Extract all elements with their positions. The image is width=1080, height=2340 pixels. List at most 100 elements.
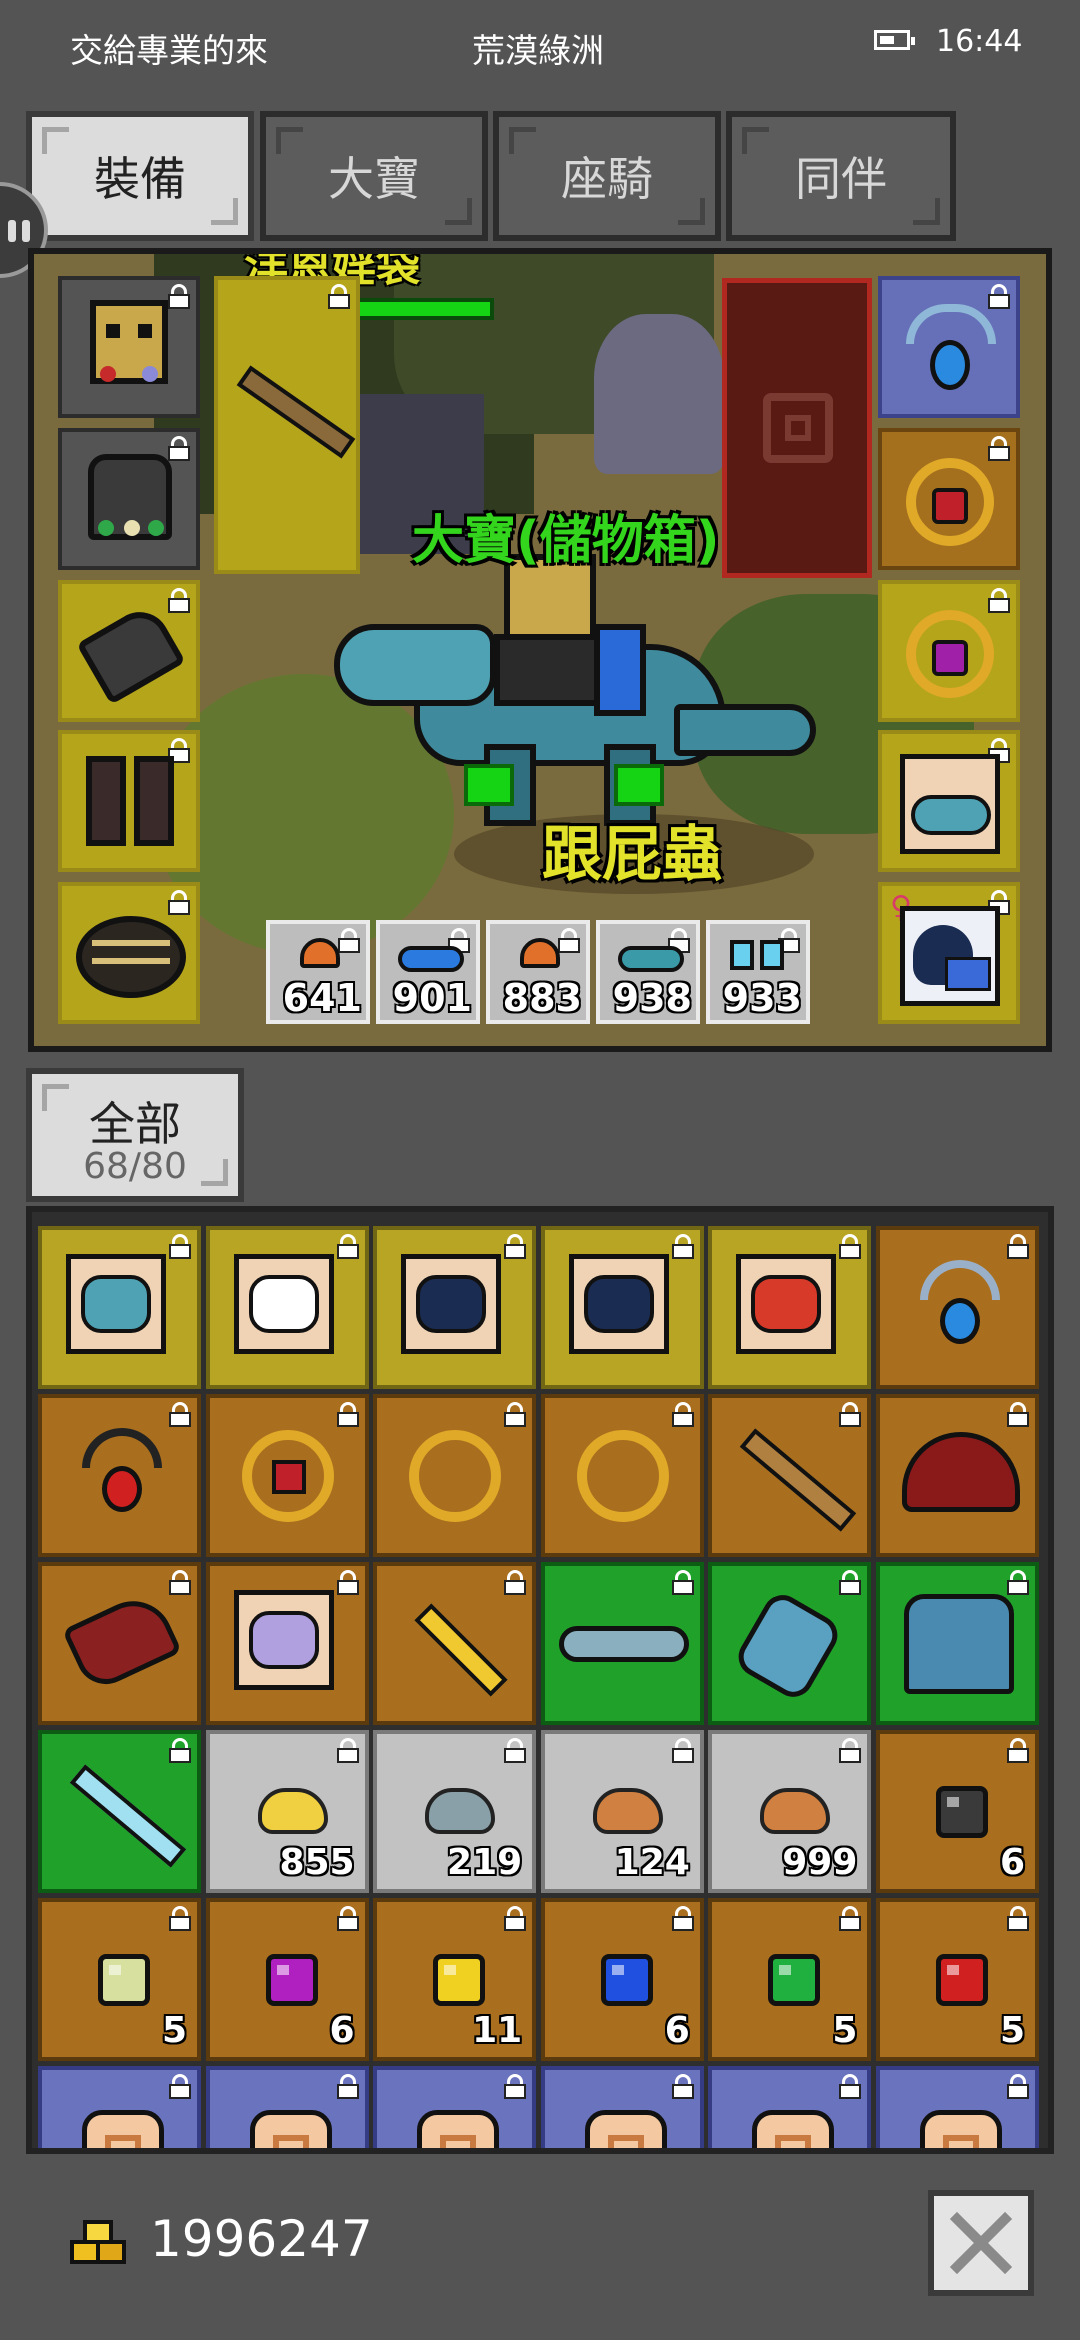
copper-ore-icon xyxy=(760,1788,831,1834)
gold-sword-icon xyxy=(414,1603,508,1697)
inventory-slot[interactable] xyxy=(373,2066,537,2148)
inventory-slot[interactable]: 124 xyxy=(540,1730,704,1893)
lock-icon xyxy=(168,588,190,614)
scroll-icon xyxy=(249,2110,332,2148)
red-glove-icon xyxy=(61,1588,183,1694)
inventory-slot[interactable] xyxy=(205,1226,369,1389)
blue-gem-icon xyxy=(600,1954,653,2006)
equip-slot-helmet[interactable] xyxy=(58,276,200,418)
inventory-slot[interactable] xyxy=(38,1730,201,1893)
red-bow-icon xyxy=(740,1428,857,1532)
tab-mount[interactable]: 座騎 xyxy=(493,111,721,241)
equip-slot-card-2[interactable]: ♀ xyxy=(878,882,1020,1024)
inventory-grid: 855 219 124 999 6 5 6 11 6 5 5 xyxy=(26,1206,1054,2154)
lock-icon xyxy=(504,2074,527,2100)
inventory-slot[interactable]: 855 xyxy=(205,1730,369,1893)
dragon-card-icon xyxy=(900,754,1000,854)
inventory-slot[interactable] xyxy=(876,1562,1039,1725)
inventory-slot[interactable]: 5 xyxy=(876,1898,1039,2061)
inventory-slot[interactable] xyxy=(205,1394,369,1557)
inventory-slot[interactable] xyxy=(38,1562,201,1725)
status-center-text: 荒漠綠洲 xyxy=(472,31,604,70)
potion-slot-2[interactable]: 901 xyxy=(376,920,480,1024)
tab-mount-label: 座騎 xyxy=(561,152,653,206)
blue-amulet-icon xyxy=(920,1260,1000,1350)
item-quantity: 999 xyxy=(782,1842,858,1883)
inventory-slot[interactable]: 11 xyxy=(373,1898,537,2061)
lock-icon xyxy=(336,1234,359,1260)
copper-ore-icon xyxy=(592,1788,663,1834)
potion-count: 938 xyxy=(612,976,692,1020)
inventory-slot[interactable] xyxy=(205,2066,369,2148)
inventory-slot[interactable] xyxy=(876,1226,1039,1389)
status-left-text: 交給專業的來 xyxy=(70,31,268,70)
potion-slot-5[interactable]: 933 xyxy=(706,920,810,1024)
potion-count: 933 xyxy=(722,976,802,1020)
inventory-slot[interactable] xyxy=(38,1226,201,1389)
inventory-slot[interactable] xyxy=(373,1562,537,1725)
inventory-slot[interactable] xyxy=(876,2066,1039,2148)
unicorn-card-icon xyxy=(233,1590,334,1690)
storage-banner-slot[interactable] xyxy=(722,278,872,578)
close-button[interactable] xyxy=(928,2190,1034,2296)
mushroom-potion-icon xyxy=(520,938,560,968)
scroll-icon xyxy=(752,2110,835,2148)
lock-icon xyxy=(1007,1906,1029,1932)
inventory-slot[interactable]: 6 xyxy=(876,1730,1039,1893)
inventory-slot[interactable] xyxy=(205,1562,369,1725)
lock-icon xyxy=(988,436,1010,462)
inventory-slot[interactable] xyxy=(708,1394,872,1557)
inventory-slot[interactable]: 219 xyxy=(373,1730,537,1893)
equip-slot-necklace[interactable] xyxy=(878,276,1020,418)
lock-icon xyxy=(839,1906,862,1932)
lock-icon xyxy=(671,1234,694,1260)
inventory-slot[interactable] xyxy=(38,2066,201,2148)
inventory-slot[interactable] xyxy=(540,1394,704,1557)
steel-belt-icon xyxy=(558,1626,689,1662)
steel-gauntlet-icon xyxy=(731,1587,846,1705)
inventory-slot[interactable]: 6 xyxy=(540,1898,704,2061)
green-gem-icon xyxy=(768,1954,821,2006)
inventory-slot[interactable] xyxy=(708,1226,872,1389)
tab-pet[interactable]: 大寶 xyxy=(260,111,488,241)
equip-slot-belt[interactable] xyxy=(58,882,200,1024)
inventory-slot[interactable] xyxy=(540,1562,704,1725)
inventory-slot[interactable] xyxy=(708,2066,872,2148)
inventory-slot[interactable] xyxy=(540,2066,704,2148)
equip-slot-card-1[interactable] xyxy=(878,730,1020,872)
inventory-slot[interactable] xyxy=(540,1226,704,1389)
inventory-slot[interactable]: 5 xyxy=(708,1898,872,2061)
potion-slot-4[interactable]: 938 xyxy=(596,920,700,1024)
inventory-slot[interactable] xyxy=(373,1394,537,1557)
steel-armor-icon xyxy=(904,1594,1014,1694)
inventory-slot[interactable]: 6 xyxy=(205,1898,369,2061)
potion-slot-3[interactable]: 883 xyxy=(486,920,590,1024)
equip-slot-armor[interactable] xyxy=(58,428,200,570)
blue-amulet-icon xyxy=(906,304,996,344)
potion-slot-1[interactable]: 641 xyxy=(266,920,370,1024)
gold-helmet-icon xyxy=(90,300,168,384)
twin-potion-icon xyxy=(730,940,754,970)
tab-equipment[interactable]: 裝備 xyxy=(26,111,254,241)
inventory-slot[interactable] xyxy=(373,1226,537,1389)
inventory-filter-button[interactable]: 全部 68/80 xyxy=(26,1068,244,1202)
companion-name-label: 跟屁蟲 xyxy=(542,820,722,890)
equip-slot-boots[interactable] xyxy=(58,730,200,872)
item-quantity: 219 xyxy=(447,1842,523,1883)
potion-count: 883 xyxy=(502,976,582,1020)
inventory-slot[interactable]: 999 xyxy=(708,1730,872,1893)
inventory-slot[interactable]: 5 xyxy=(38,1898,201,2061)
equip-slot-gloves[interactable] xyxy=(58,580,200,722)
tab-companion[interactable]: 同伴 xyxy=(726,111,956,241)
lock-icon xyxy=(1007,1738,1029,1764)
equip-slot-ring-2[interactable] xyxy=(878,580,1020,722)
equip-slot-ring-1[interactable] xyxy=(878,428,1020,570)
equip-slot-weapon[interactable] xyxy=(214,276,360,574)
inventory-slot[interactable] xyxy=(876,1394,1039,1557)
item-quantity: 5 xyxy=(999,2010,1025,2051)
lock-icon xyxy=(169,1402,191,1428)
inventory-slot[interactable] xyxy=(708,1562,872,1725)
lock-icon xyxy=(504,1402,527,1428)
tab-companion-label: 同伴 xyxy=(795,152,887,206)
inventory-slot[interactable] xyxy=(38,1394,201,1557)
